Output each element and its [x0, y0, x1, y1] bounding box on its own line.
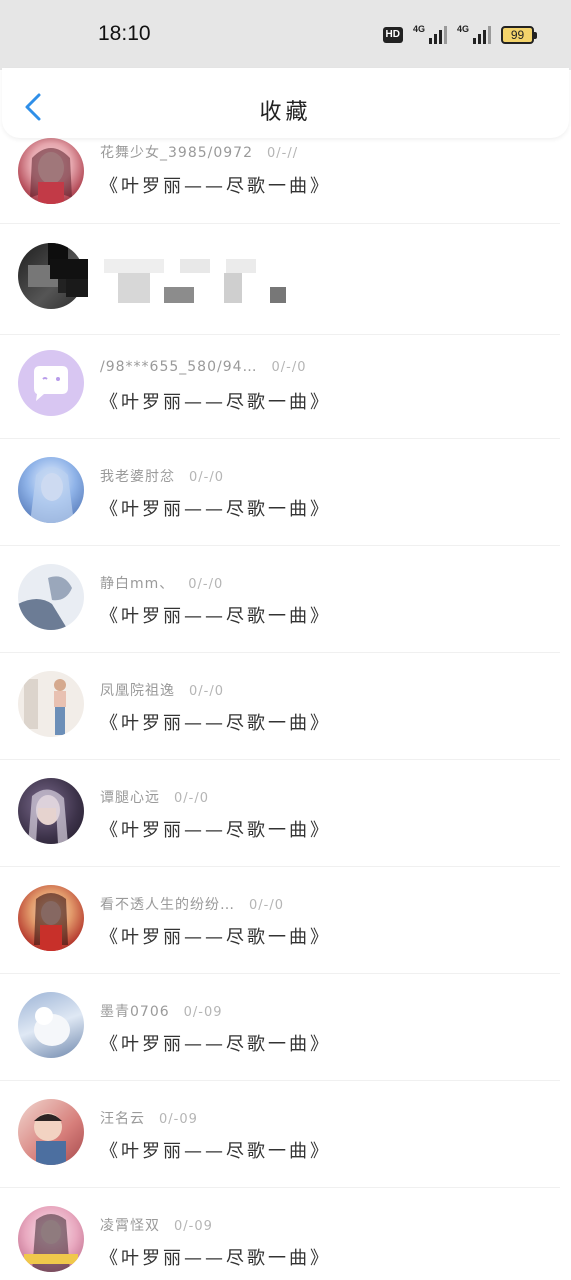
- nav-bar: 收藏: [2, 68, 569, 138]
- list-item[interactable]: 我老婆肘忿 0/-/0 《叶罗丽——尽歌一曲》: [0, 457, 571, 564]
- signal-icon: 4G: [413, 24, 447, 44]
- song-title: 《叶罗丽——尽歌一曲》: [100, 927, 331, 948]
- avatar[interactable]: [18, 992, 84, 1058]
- post-date: 0/-/0: [189, 470, 224, 485]
- post-date: 0/-09: [159, 1112, 198, 1127]
- avatar[interactable]: [18, 671, 84, 737]
- divider: [0, 866, 560, 867]
- list-item[interactable]: 汪名云 0/-09 《叶罗丽——尽歌一曲》: [0, 1099, 571, 1206]
- post-date: 0/-/0: [174, 791, 209, 806]
- user-name: 花舞少女_3985/0972: [100, 145, 253, 161]
- list-item[interactable]: 静白mm、 0/-/0 《叶罗丽——尽歌一曲》: [0, 564, 571, 671]
- status-bar: 18:10 HD 4G 4G 99: [0, 0, 571, 70]
- divider: [0, 545, 560, 546]
- status-icons: HD 4G 4G 99: [382, 24, 537, 46]
- list-item[interactable]: 谭腿心远 0/-/0 《叶罗丽——尽歌一曲》: [0, 778, 571, 885]
- list-item[interactable]: 墨青0706 0/-09 《叶罗丽——尽歌一曲》: [0, 992, 571, 1099]
- avatar[interactable]: [18, 1099, 84, 1165]
- divider: [0, 759, 560, 760]
- pixelated-block: [224, 273, 242, 303]
- post-date: 0/-/0: [189, 684, 224, 699]
- song-title: 《叶罗丽——尽歌一曲》: [100, 713, 331, 734]
- pixelated-block: [226, 259, 256, 273]
- signal-icon-2: 4G: [457, 24, 491, 44]
- list-item[interactable]: [0, 237, 571, 344]
- divider: [0, 652, 560, 653]
- song-title: 《叶罗丽——尽歌一曲》: [100, 176, 331, 197]
- user-name: /98***655_580/94…: [100, 359, 258, 375]
- page-title: 收藏: [259, 100, 312, 125]
- user-name: 我老婆肘忿: [100, 469, 175, 485]
- pixelated-block: [104, 259, 164, 273]
- list-item[interactable]: /98***655_580/94… 0/-/0 《叶罗丽——尽歌一曲》: [0, 350, 571, 457]
- divider: [0, 334, 560, 335]
- avatar[interactable]: [18, 564, 84, 630]
- divider: [0, 438, 560, 439]
- post-date: 0/-//: [266, 146, 299, 161]
- post-date: 0/-/0: [188, 577, 224, 592]
- battery-icon: 99: [501, 26, 537, 44]
- hd-icon: HD: [382, 27, 403, 43]
- list-item[interactable]: 花舞少女_3985/0972 0/-// 《叶罗丽——尽歌一曲》: [0, 136, 571, 243]
- user-name: 汪名云: [100, 1111, 145, 1127]
- user-name: 静白mm、: [100, 576, 175, 592]
- post-date: 0/-/0: [271, 360, 307, 375]
- song-title: 《叶罗丽——尽歌一曲》: [100, 820, 331, 841]
- pixelated-block: [118, 273, 150, 303]
- list-item[interactable]: 看不透人生的纷纷… 0/-/0 《叶罗丽——尽歌一曲》: [0, 885, 571, 992]
- song-title: 《叶罗丽——尽歌一曲》: [100, 392, 331, 413]
- battery-level: 99: [501, 26, 534, 44]
- pixelated-block: [270, 287, 286, 303]
- pixelated-block: [164, 287, 194, 303]
- post-date: 0/-/0: [249, 898, 284, 913]
- avatar[interactable]: [18, 457, 84, 523]
- avatar[interactable]: [18, 350, 84, 416]
- song-title: 《叶罗丽——尽歌一曲》: [100, 1034, 331, 1055]
- pixelated-block: [66, 279, 88, 297]
- song-title: 《叶罗丽——尽歌一曲》: [100, 499, 331, 520]
- list-item[interactable]: 凤凰院祖逸 0/-/0 《叶罗丽——尽歌一曲》: [0, 671, 571, 778]
- avatar[interactable]: [18, 138, 84, 204]
- user-name: 看不透人生的纷纷…: [100, 897, 235, 913]
- user-name: 谭腿心远: [100, 790, 160, 806]
- divider: [0, 223, 560, 224]
- network-type-label: 4G: [413, 24, 426, 34]
- song-title: 《叶罗丽——尽歌一曲》: [100, 606, 331, 627]
- song-title: 《叶罗丽——尽歌一曲》: [100, 1141, 331, 1162]
- post-date: 0/-09: [183, 1005, 223, 1020]
- user-name: 凌霄怪双: [100, 1218, 160, 1234]
- network-type-label-2: 4G: [457, 24, 470, 34]
- divider: [0, 1187, 560, 1188]
- song-title: 《叶罗丽——尽歌一曲》: [100, 1248, 331, 1269]
- avatar[interactable]: [18, 885, 84, 951]
- user-name: 墨青0706: [100, 1004, 170, 1020]
- user-name: 凤凰院祖逸: [100, 683, 175, 699]
- avatar[interactable]: [18, 1206, 84, 1272]
- avatar[interactable]: [18, 778, 84, 844]
- pixelated-block: [50, 259, 88, 279]
- post-date: 0/-09: [174, 1219, 213, 1234]
- list-item[interactable]: 凌霄怪双 0/-09 《叶罗丽——尽歌一曲》: [0, 1206, 571, 1280]
- divider: [0, 1080, 560, 1081]
- pixelated-block: [180, 259, 210, 273]
- divider: [0, 973, 560, 974]
- status-time: 18:10: [98, 22, 151, 45]
